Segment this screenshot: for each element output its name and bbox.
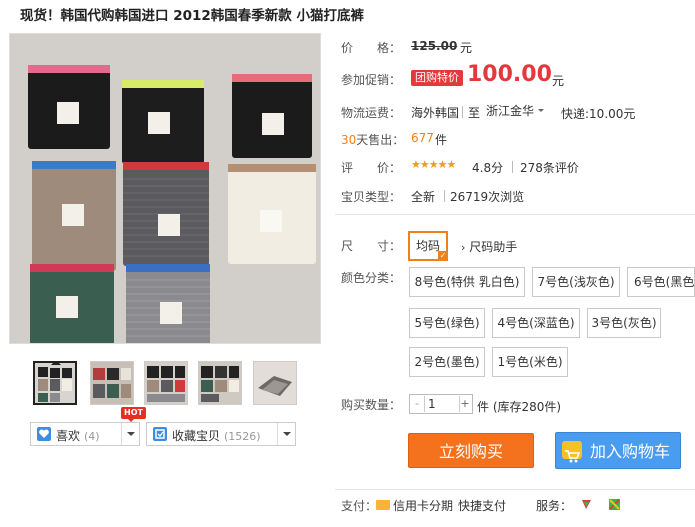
divider — [335, 214, 695, 215]
main-product-image — [9, 33, 321, 344]
sales-label: 30天售出： — [341, 131, 404, 148]
cart-icon — [562, 441, 582, 463]
service-icon — [608, 498, 621, 511]
collect-label: 收藏宝贝 (1526) — [172, 429, 261, 443]
thumbnail-3[interactable] — [144, 361, 188, 405]
chevron-down-icon — [538, 108, 545, 115]
shipping-to: 至 — [468, 106, 481, 120]
size-label: 尺 寸： — [341, 239, 402, 253]
collect-count: (1526) — [224, 430, 261, 443]
separator — [512, 161, 513, 173]
size-option[interactable]: 均码 — [408, 231, 448, 261]
product-title: 现货！韩国代购韩国进口 2012韩国春季新款 小猫打底裤 — [20, 8, 364, 24]
reviews-link[interactable]: 278条评价 — [520, 159, 579, 176]
thumbnail-4[interactable] — [198, 361, 242, 405]
sales-unit: 件 — [435, 133, 448, 147]
type-condition: 全新 — [411, 190, 436, 204]
chevron-right-icon: › — [461, 241, 466, 254]
color-option[interactable]: 7号色(浅灰色) — [532, 267, 620, 297]
shipping-label: 物流运费： — [341, 106, 402, 120]
collect-dropdown-arrow[interactable] — [277, 423, 295, 445]
quantity-input[interactable] — [424, 396, 460, 412]
promo-price: 100.00 — [467, 62, 552, 87]
add-to-cart-label: 加入购物车 — [589, 442, 670, 461]
divider — [335, 489, 695, 490]
credit-card-icon — [376, 500, 390, 510]
service-icon — [580, 498, 593, 511]
add-to-cart-button[interactable]: 加入购物车 — [555, 432, 681, 469]
thumbnail-strip — [33, 361, 303, 407]
destination-selector[interactable]: 浙江金华 — [486, 102, 545, 119]
service-label: 服务： — [536, 499, 573, 513]
color-option[interactable]: 3号色(灰色) — [587, 308, 661, 338]
stock-info: 件 (库存280件) — [477, 400, 562, 414]
shipping-fee: 快递:10.00元 — [561, 107, 636, 121]
sales-days: 30 — [341, 133, 357, 147]
thumbnail-1[interactable] — [33, 361, 77, 405]
payment-quick[interactable]: 快捷支付 — [458, 497, 506, 514]
type-views: 26719次浏览 — [450, 190, 525, 204]
separator — [444, 190, 445, 202]
separator — [462, 106, 463, 118]
hot-badge: HOT — [121, 407, 146, 422]
like-button[interactable]: 喜欢 (4) — [30, 422, 140, 446]
quantity-stepper: - + — [409, 394, 473, 414]
destination-value: 浙江金华 — [486, 104, 535, 118]
size-helper-text: 尺码助手 — [469, 240, 518, 254]
color-option[interactable]: 2号色(墨色) — [409, 347, 485, 377]
buy-now-button[interactable]: 立刻购买 — [408, 433, 534, 468]
collect-icon — [153, 427, 167, 441]
sales-count: 677 — [411, 131, 434, 145]
like-dropdown-arrow[interactable] — [121, 423, 139, 445]
payment-label: 支付： — [341, 499, 378, 513]
price-label: 价 格： — [341, 41, 402, 55]
color-option[interactable]: 8号色(特供 乳白色) — [409, 267, 525, 297]
sales-label-text: 天售出： — [356, 133, 405, 147]
rating-score: 4.8分 — [472, 161, 504, 175]
rating-label: 评 价： — [341, 161, 402, 175]
type-label: 宝贝类型： — [341, 190, 402, 204]
thumbnail-5[interactable] — [253, 361, 297, 405]
quantity-label: 购买数量： — [341, 398, 402, 412]
collect-button[interactable]: 收藏宝贝 (1526) — [146, 422, 296, 446]
size-helper-link[interactable]: › 尺码助手 — [461, 238, 517, 255]
color-option[interactable]: 6号色(黑色) — [627, 267, 695, 297]
promo-price-unit: 元 — [552, 74, 565, 88]
promo-label: 参加促销： — [341, 73, 402, 87]
rating-stars: ★★★★★ — [411, 158, 456, 171]
color-label: 颜色分类： — [341, 271, 402, 285]
payment-credit[interactable]: 信用卡分期 — [393, 497, 453, 514]
thumbnail-2[interactable] — [90, 361, 134, 405]
quantity-decrement[interactable]: - — [412, 396, 422, 412]
color-option[interactable]: 5号色(绿色) — [409, 308, 485, 338]
quantity-increment[interactable]: + — [460, 396, 470, 412]
original-price: 125.00 — [411, 39, 458, 53]
heart-icon — [37, 427, 51, 441]
shipping-origin: 海外韩国 — [411, 106, 460, 120]
color-option[interactable]: 1号色(米色) — [492, 347, 568, 377]
original-price-unit: 元 — [460, 41, 473, 55]
like-label: 喜欢 (4) — [56, 429, 100, 443]
like-count: (4) — [84, 430, 100, 443]
promo-tag: 团购特价 — [411, 70, 463, 86]
color-option[interactable]: 4号色(深蓝色) — [492, 308, 580, 338]
